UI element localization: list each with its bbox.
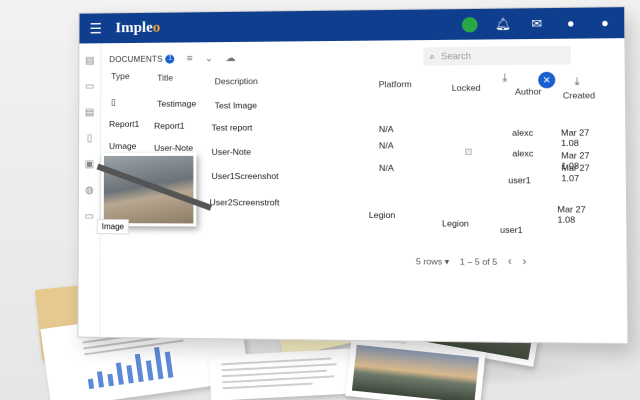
status-dot[interactable] (461, 16, 478, 33)
header-description[interactable]: Description (215, 76, 258, 86)
scene: ☰ Impleo 🔔︎ ✉ ● ● ▤ ▭ ▤ ▯ ▣ ◍ ▭ DOCUMENT… (0, 0, 640, 400)
cell-platform: Legion (368, 209, 396, 221)
sidebar-item-file[interactable]: ▯ (83, 133, 96, 147)
sidebar-item-folder[interactable]: ▭ (83, 81, 96, 95)
cell-created: Mar 27 1.08 (557, 204, 586, 225)
cell-platform: N/A (378, 162, 394, 173)
table-row[interactable]: Report1 Report1 Test report N/A alexc Ma… (109, 117, 617, 148)
sidebar-item-globe[interactable]: ◍ (83, 185, 96, 199)
rows-per-page-select[interactable]: 5 rows ▾ (416, 256, 449, 268)
cell-author: user1 (500, 224, 523, 236)
mail-icon[interactable]: ✉ (528, 16, 545, 31)
cell-title: Report1 (154, 120, 185, 131)
cell-platform: N/A (378, 123, 394, 135)
cell-created: Mar 27 1.07 (561, 162, 590, 184)
chevron-down-icon[interactable]: ⌄ (205, 53, 213, 64)
bell-icon[interactable]: 🔔︎ (494, 17, 511, 32)
documents-tab[interactable]: DOCUMENTS (109, 54, 162, 63)
cell-description: User1Screenshot (211, 170, 279, 182)
cell-author: alexc (512, 127, 534, 138)
table-footer: 5 rows ▾ 1 – 5 of 5 ‹ › (416, 255, 526, 269)
menu-icon[interactable]: ☰ (89, 20, 105, 37)
header-locked[interactable]: Locked (452, 83, 481, 93)
search-placeholder: Search (441, 50, 472, 62)
cell-author: alexc (512, 148, 534, 159)
cell-platform: N/A (378, 140, 394, 151)
sidebar: ▤ ▭ ▤ ▯ ▣ ◍ ▭ (78, 43, 102, 337)
top-bar: ☰ Impleo 🔔︎ ✉ ● ● (79, 7, 625, 44)
search-input[interactable]: ⌕ Search (423, 45, 572, 66)
search-icon: ⌕ (429, 50, 435, 61)
app-logo: Impleo (115, 19, 161, 36)
cell-type: Report1 (109, 118, 140, 129)
header-type[interactable]: Type (111, 71, 129, 81)
cell-title: User-Note (154, 142, 194, 153)
cell-locked: Legion (441, 218, 469, 229)
sidebar-item-archive[interactable]: ▭ (83, 211, 96, 225)
header-platform[interactable]: Platform (379, 79, 412, 89)
user-icon[interactable]: ● (562, 16, 579, 31)
account-icon[interactable]: ● (596, 16, 613, 31)
download-icon[interactable]: ⤓ (574, 76, 579, 89)
cell-description: Test report (211, 122, 253, 133)
page-range: 1 – 5 of 5 (459, 256, 498, 267)
filter-icon[interactable]: ≡ (187, 53, 193, 64)
cell-author: user1 (508, 175, 531, 186)
cell-description: User2Screenstroft (209, 197, 280, 208)
cloud-icon[interactable]: ☁ (225, 53, 235, 64)
sidebar-item-documents[interactable]: ▤ (83, 55, 96, 69)
image-thumbnail[interactable] (96, 152, 213, 227)
lock-icon: ⊡ (464, 146, 473, 157)
cell-description: Test Image (214, 100, 257, 111)
next-page-button[interactable]: › (522, 256, 526, 268)
cell-type: Umage (108, 140, 137, 151)
table-row[interactable]: ▯ Testimage Test Image (109, 94, 616, 119)
documents-badge: 1 (165, 54, 175, 64)
prev-page-button[interactable]: ‹ (508, 256, 512, 268)
thumbnail-caption: Image (96, 219, 130, 235)
file-icon: ▯ (111, 96, 116, 107)
header-title[interactable]: Title (157, 73, 173, 83)
text-document (208, 348, 362, 400)
cell-description: User-Note (211, 146, 252, 157)
download-icon[interactable]: ⤓ (502, 72, 507, 85)
sidebar-item-list[interactable]: ▤ (83, 107, 96, 121)
cell-title: Testimage (157, 98, 197, 109)
sidebar-item-gallery[interactable]: ▣ (83, 159, 96, 173)
close-icon[interactable]: ✕ (538, 71, 556, 89)
app-window: ☰ Impleo 🔔︎ ✉ ● ● ▤ ▭ ▤ ▯ ▣ ◍ ▭ DOCUMENT… (77, 6, 629, 345)
